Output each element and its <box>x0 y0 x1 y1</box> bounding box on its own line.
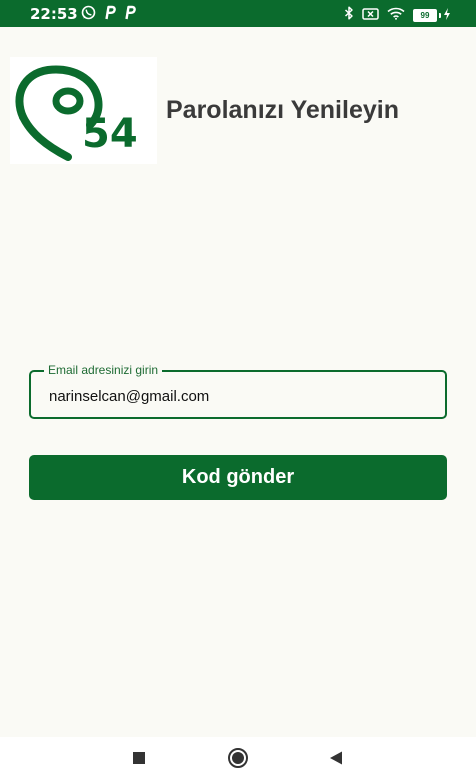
email-field[interactable]: Email adresinizi girin narinselcan@gmail… <box>29 363 447 419</box>
email-field-label: Email adresinizi girin <box>44 363 163 377</box>
send-code-button[interactable]: Kod gönder <box>29 455 447 500</box>
app-logo: 54 <box>10 57 157 164</box>
home-circle-icon[interactable] <box>227 747 249 769</box>
status-notification-icons <box>81 5 136 25</box>
charging-bolt-icon <box>443 7 451 25</box>
page-title: Parolanızı Yenileyin <box>166 96 399 124</box>
battery-level: 99 <box>413 9 437 22</box>
status-system-icons: 99 <box>344 6 451 25</box>
wifi-icon <box>387 7 405 25</box>
battery-indicator: 99 <box>413 7 451 25</box>
logo-number: 54 <box>82 111 138 157</box>
whatsapp-icon <box>81 5 96 25</box>
email-input-value[interactable]: narinselcan@gmail.com <box>49 388 209 405</box>
battery-tip <box>439 13 441 18</box>
system-nav-bar <box>0 737 476 779</box>
sim-off-icon <box>362 7 379 25</box>
recents-square-icon[interactable] <box>128 747 150 769</box>
bluetooth-icon <box>344 6 354 25</box>
parking-p-icon <box>104 5 116 25</box>
back-triangle-icon[interactable] <box>325 747 347 769</box>
status-time: 22:53 <box>30 5 78 23</box>
parking-p-icon <box>124 5 136 25</box>
status-bar: 22:53 99 <box>0 0 476 27</box>
